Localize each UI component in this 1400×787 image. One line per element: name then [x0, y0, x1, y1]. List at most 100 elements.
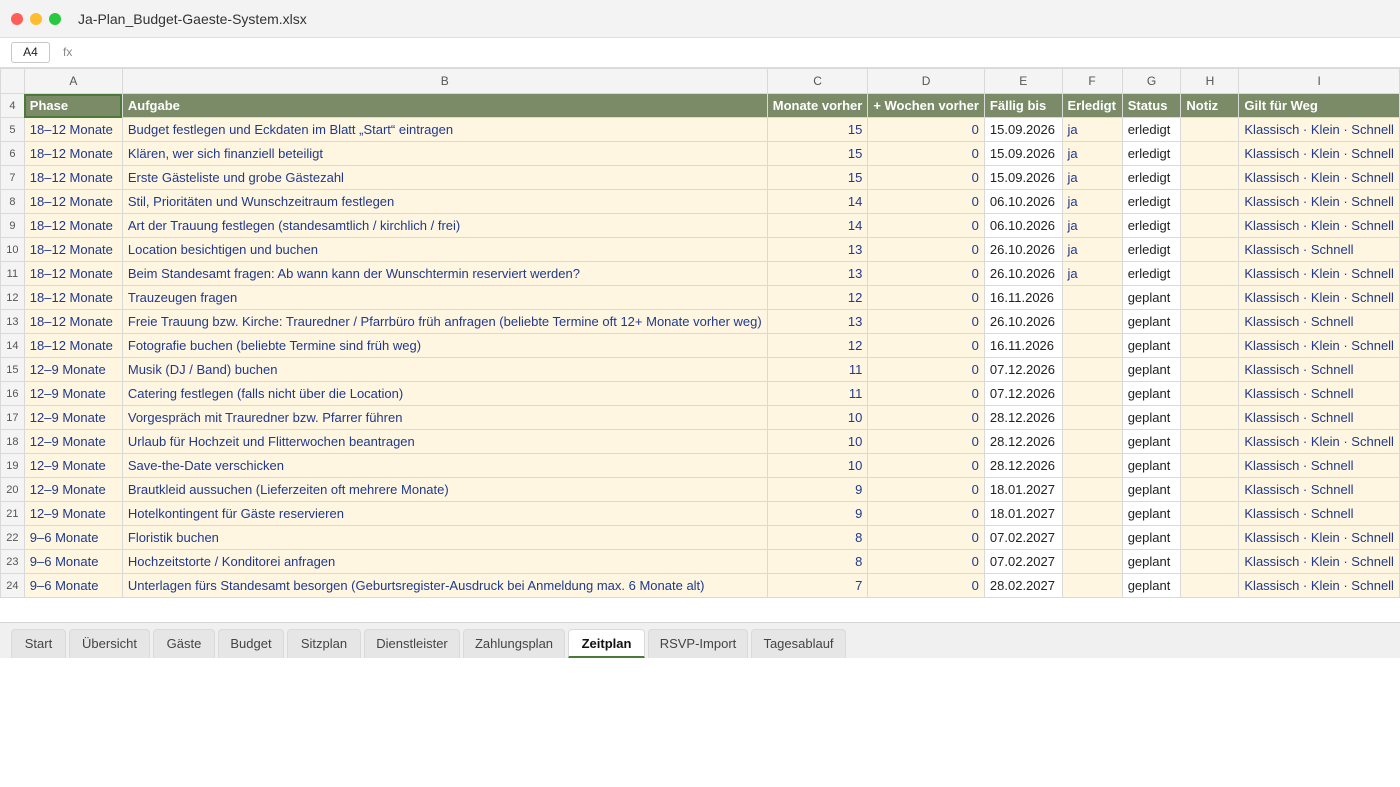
months-cell[interactable]: 15: [766, 141, 869, 166]
months-cell[interactable]: 9: [766, 501, 869, 526]
due-date-cell[interactable]: 28.12.2026: [983, 405, 1063, 430]
months-cell[interactable]: 13: [766, 237, 869, 262]
done-cell[interactable]: ja: [1061, 165, 1123, 190]
due-date-cell[interactable]: 15.09.2026: [983, 141, 1063, 166]
note-cell[interactable]: [1180, 477, 1240, 502]
task-cell[interactable]: Catering festlegen (falls nicht über die…: [121, 381, 768, 406]
note-cell[interactable]: [1180, 141, 1240, 166]
phase-cell[interactable]: 18–12 Monate: [23, 165, 123, 190]
row-number[interactable]: 19: [0, 453, 25, 478]
months-cell[interactable]: 9: [766, 477, 869, 502]
due-date-cell[interactable]: 26.10.2026: [983, 309, 1063, 334]
months-cell[interactable]: 14: [766, 213, 869, 238]
phase-cell[interactable]: 18–12 Monate: [23, 141, 123, 166]
done-cell[interactable]: [1061, 381, 1123, 406]
done-cell[interactable]: [1061, 429, 1123, 454]
row-number[interactable]: 15: [0, 357, 25, 382]
done-cell[interactable]: ja: [1061, 261, 1123, 286]
due-date-cell[interactable]: 16.11.2026: [983, 285, 1063, 310]
task-cell[interactable]: Trauzeugen fragen: [121, 285, 768, 310]
column-header[interactable]: A: [23, 68, 123, 94]
phase-cell[interactable]: 18–12 Monate: [23, 333, 123, 358]
weeks-cell[interactable]: 0: [867, 381, 985, 406]
header-cell[interactable]: Status: [1121, 93, 1182, 118]
weeks-cell[interactable]: 0: [867, 141, 985, 166]
task-cell[interactable]: Location besichtigen und buchen: [121, 237, 768, 262]
note-cell[interactable]: [1180, 549, 1240, 574]
column-header[interactable]: I: [1238, 68, 1400, 94]
way-cell[interactable]: Klassisch · Klein · Schnell: [1238, 525, 1400, 550]
note-cell[interactable]: [1180, 429, 1240, 454]
select-all-corner[interactable]: [0, 68, 25, 94]
header-cell[interactable]: Erledigt: [1061, 93, 1123, 118]
note-cell[interactable]: [1180, 261, 1240, 286]
done-cell[interactable]: ja: [1061, 141, 1123, 166]
due-date-cell[interactable]: 28.02.2027: [983, 573, 1063, 598]
sheet-tab[interactable]: Budget: [218, 629, 284, 658]
months-cell[interactable]: 13: [766, 261, 869, 286]
done-cell[interactable]: ja: [1061, 189, 1123, 214]
due-date-cell[interactable]: 06.10.2026: [983, 189, 1063, 214]
note-cell[interactable]: [1180, 309, 1240, 334]
column-header[interactable]: B: [121, 68, 768, 94]
due-date-cell[interactable]: 26.10.2026: [983, 261, 1063, 286]
way-cell[interactable]: Klassisch · Klein · Schnell: [1238, 333, 1400, 358]
due-date-cell[interactable]: 07.12.2026: [983, 357, 1063, 382]
column-header[interactable]: F: [1061, 68, 1123, 94]
months-cell[interactable]: 7: [766, 573, 869, 598]
phase-cell[interactable]: 12–9 Monate: [23, 477, 123, 502]
name-box[interactable]: A4: [11, 42, 50, 63]
due-date-cell[interactable]: 07.02.2027: [983, 549, 1063, 574]
row-number[interactable]: 16: [0, 381, 25, 406]
header-cell[interactable]: Phase: [23, 93, 123, 118]
months-cell[interactable]: 15: [766, 117, 869, 142]
done-cell[interactable]: [1061, 525, 1123, 550]
column-header[interactable]: C: [766, 68, 869, 94]
row-number[interactable]: 18: [0, 429, 25, 454]
note-cell[interactable]: [1180, 237, 1240, 262]
done-cell[interactable]: [1061, 357, 1123, 382]
sheet-tab[interactable]: Übersicht: [69, 629, 150, 658]
row-number[interactable]: 7: [0, 165, 25, 190]
done-cell[interactable]: [1061, 453, 1123, 478]
column-header[interactable]: G: [1121, 68, 1182, 94]
row-number[interactable]: 11: [0, 261, 25, 286]
way-cell[interactable]: Klassisch · Schnell: [1238, 501, 1400, 526]
task-cell[interactable]: Musik (DJ / Band) buchen: [121, 357, 768, 382]
months-cell[interactable]: 8: [766, 525, 869, 550]
weeks-cell[interactable]: 0: [867, 549, 985, 574]
way-cell[interactable]: Klassisch · Klein · Schnell: [1238, 285, 1400, 310]
sheet-tab[interactable]: Start: [11, 629, 66, 658]
note-cell[interactable]: [1180, 381, 1240, 406]
status-cell[interactable]: geplant: [1121, 477, 1182, 502]
row-number[interactable]: 6: [0, 141, 25, 166]
weeks-cell[interactable]: 0: [867, 285, 985, 310]
way-cell[interactable]: Klassisch · Schnell: [1238, 237, 1400, 262]
months-cell[interactable]: 10: [766, 429, 869, 454]
phase-cell[interactable]: 18–12 Monate: [23, 213, 123, 238]
status-cell[interactable]: erledigt: [1121, 237, 1182, 262]
done-cell[interactable]: [1061, 477, 1123, 502]
phase-cell[interactable]: 18–12 Monate: [23, 261, 123, 286]
task-cell[interactable]: Floristik buchen: [121, 525, 768, 550]
done-cell[interactable]: [1061, 549, 1123, 574]
task-cell[interactable]: Hochzeitstorte / Konditorei anfragen: [121, 549, 768, 574]
close-window-button[interactable]: [11, 13, 23, 25]
phase-cell[interactable]: 12–9 Monate: [23, 405, 123, 430]
months-cell[interactable]: 14: [766, 189, 869, 214]
status-cell[interactable]: erledigt: [1121, 189, 1182, 214]
header-cell[interactable]: Monate vorher: [766, 93, 869, 118]
task-cell[interactable]: Fotografie buchen (beliebte Termine sind…: [121, 333, 768, 358]
months-cell[interactable]: 10: [766, 405, 869, 430]
status-cell[interactable]: geplant: [1121, 285, 1182, 310]
done-cell[interactable]: [1061, 405, 1123, 430]
note-cell[interactable]: [1180, 405, 1240, 430]
done-cell[interactable]: ja: [1061, 117, 1123, 142]
phase-cell[interactable]: 18–12 Monate: [23, 309, 123, 334]
task-cell[interactable]: Brautkleid aussuchen (Lieferzeiten oft m…: [121, 477, 768, 502]
weeks-cell[interactable]: 0: [867, 453, 985, 478]
phase-cell[interactable]: 18–12 Monate: [23, 117, 123, 142]
status-cell[interactable]: erledigt: [1121, 213, 1182, 238]
task-cell[interactable]: Beim Standesamt fragen: Ab wann kann der…: [121, 261, 768, 286]
minimize-window-button[interactable]: [30, 13, 42, 25]
